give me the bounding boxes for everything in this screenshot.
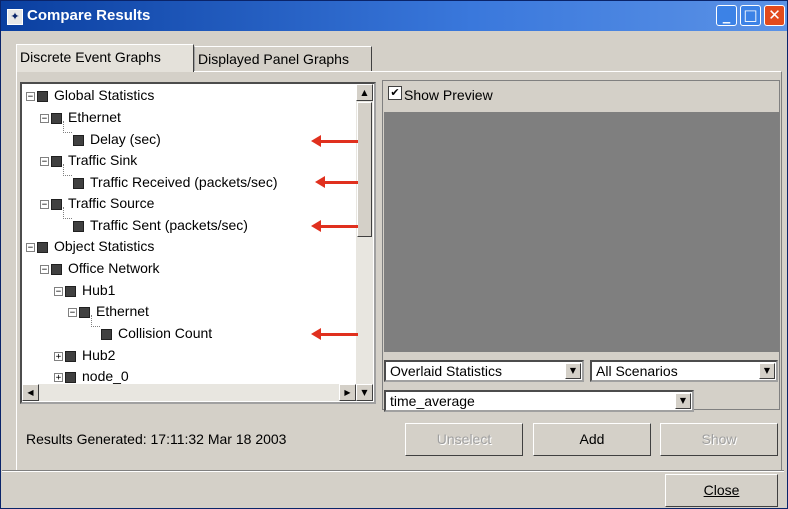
scroll-left-icon[interactable]: ◀ xyxy=(22,384,39,401)
scroll-down-icon[interactable]: ▼ xyxy=(356,384,373,401)
scroll-thumb[interactable] xyxy=(357,102,372,237)
folder-icon xyxy=(51,155,62,167)
collapse-icon[interactable]: − xyxy=(40,113,49,123)
folder-icon xyxy=(37,90,48,102)
show-preview-label[interactable]: Show Preview xyxy=(404,86,493,104)
tree-item-label: Traffic Sent (packets/sec) xyxy=(90,217,248,233)
statistic-icon xyxy=(101,328,112,340)
maximize-icon: □ xyxy=(743,6,758,24)
tree-item-hub2[interactable]: + Hub2 xyxy=(54,344,115,366)
folder-icon xyxy=(79,306,90,318)
filter-select[interactable]: time_average ▼ xyxy=(384,390,694,412)
statistic-icon xyxy=(73,220,84,232)
title-bar[interactable]: ✦ Compare Results _ □ ✕ xyxy=(1,1,787,31)
unselect-button[interactable]: Unselect xyxy=(405,423,523,456)
close-icon: ✕ xyxy=(768,6,781,24)
results-generated-status: Results Generated: 17:11:32 Mar 18 2003 xyxy=(26,431,287,447)
tree-item-label: Traffic Sink xyxy=(68,152,138,168)
tab-displayed-panel-graphs[interactable]: Displayed Panel Graphs xyxy=(194,46,372,72)
folder-icon xyxy=(51,112,62,124)
tree-connector xyxy=(91,315,100,327)
tree-item-label: Delay (sec) xyxy=(90,131,161,147)
tree-item-ethernet[interactable]: − Ethernet xyxy=(40,106,121,128)
tab-discrete-event-graphs[interactable]: Discrete Event Graphs xyxy=(16,44,194,72)
annotation-arrow-icon xyxy=(311,220,358,232)
divider xyxy=(2,470,784,472)
tree-item-label: Collision Count xyxy=(118,325,213,341)
tree-item-label: Object Statistics xyxy=(54,238,155,254)
tree-item-collision-count[interactable]: Collision Count xyxy=(101,322,212,344)
chevron-down-icon[interactable]: ▼ xyxy=(759,363,775,379)
tree-item-hub1[interactable]: − Hub1 xyxy=(54,279,115,301)
tree-item-label: Office Network xyxy=(68,260,160,276)
tree-item-label: Hub1 xyxy=(82,282,116,298)
expand-icon[interactable]: + xyxy=(54,351,63,361)
scenarios-select-value: All Scenarios xyxy=(596,363,678,379)
overlay-select-value: Overlaid Statistics xyxy=(390,363,503,379)
annotation-arrow-icon xyxy=(311,135,358,147)
collapse-icon[interactable]: − xyxy=(54,286,63,296)
tree-item-label: Global Statistics xyxy=(54,87,155,103)
folder-icon xyxy=(65,285,76,297)
filter-select-value: time_average xyxy=(390,393,475,409)
window-title: Compare Results xyxy=(27,7,151,24)
tree-item-office-network[interactable]: − Office Network xyxy=(40,257,160,279)
tree-item-label: Hub2 xyxy=(82,347,116,363)
collapse-icon[interactable]: − xyxy=(26,91,35,101)
annotation-arrow-icon xyxy=(311,328,358,340)
folder-icon xyxy=(37,241,48,253)
tree-item-traffic-source[interactable]: − Traffic Source xyxy=(40,192,154,214)
tree-item-label: Traffic Source xyxy=(68,195,155,211)
chevron-down-icon[interactable]: ▼ xyxy=(565,363,581,379)
tree-item-hub1-ethernet[interactable]: − Ethernet xyxy=(68,300,149,322)
tree-item-label: Ethernet xyxy=(68,109,121,125)
scenarios-select[interactable]: All Scenarios ▼ xyxy=(590,360,778,382)
scroll-right-icon[interactable]: ▶ xyxy=(339,384,356,401)
chevron-down-icon[interactable]: ▼ xyxy=(675,393,691,409)
tree-item-global-statistics[interactable]: − Global Statistics xyxy=(26,84,154,106)
tree-connector xyxy=(63,164,72,176)
add-button[interactable]: Add xyxy=(533,423,651,456)
maximize-button[interactable]: □ xyxy=(740,5,761,26)
close-window-button[interactable]: ✕ xyxy=(764,5,785,26)
tree-connector xyxy=(63,121,72,133)
statistic-icon xyxy=(73,177,84,189)
tree-item-traffic-sink[interactable]: − Traffic Sink xyxy=(40,149,137,171)
overlay-select[interactable]: Overlaid Statistics ▼ xyxy=(384,360,584,382)
statistic-icon xyxy=(73,134,84,146)
folder-icon xyxy=(51,263,62,275)
tree-item-traffic-sent[interactable]: Traffic Sent (packets/sec) xyxy=(73,214,248,236)
folder-icon xyxy=(51,198,62,210)
tree-item-object-statistics[interactable]: − Object Statistics xyxy=(26,235,154,257)
tree-item-label: Ethernet xyxy=(96,303,149,319)
minimize-button[interactable]: _ xyxy=(716,5,737,26)
show-button[interactable]: Show xyxy=(660,423,778,456)
tree-item-traffic-received[interactable]: Traffic Received (packets/sec) xyxy=(73,171,278,193)
show-preview-checkbox[interactable]: ✔ xyxy=(388,86,402,100)
close-button[interactable]: Close xyxy=(665,474,778,507)
folder-icon xyxy=(65,350,76,362)
collapse-icon[interactable]: − xyxy=(26,242,35,252)
annotation-arrow-icon xyxy=(315,176,358,188)
window-icon: ✦ xyxy=(7,9,23,25)
tree-item-label: Traffic Received (packets/sec) xyxy=(90,174,278,190)
minimize-icon: _ xyxy=(722,6,731,24)
collapse-icon[interactable]: − xyxy=(40,264,49,274)
collapse-icon[interactable]: − xyxy=(68,307,77,317)
scroll-up-icon[interactable]: ▲ xyxy=(356,84,373,101)
collapse-icon[interactable]: − xyxy=(40,156,49,166)
tree-connector xyxy=(63,207,72,219)
tree-item-delay[interactable]: Delay (sec) xyxy=(73,128,161,150)
graph-preview-area xyxy=(384,112,779,352)
tree-horizontal-scrollbar[interactable] xyxy=(22,384,356,401)
collapse-icon[interactable]: − xyxy=(40,199,49,209)
